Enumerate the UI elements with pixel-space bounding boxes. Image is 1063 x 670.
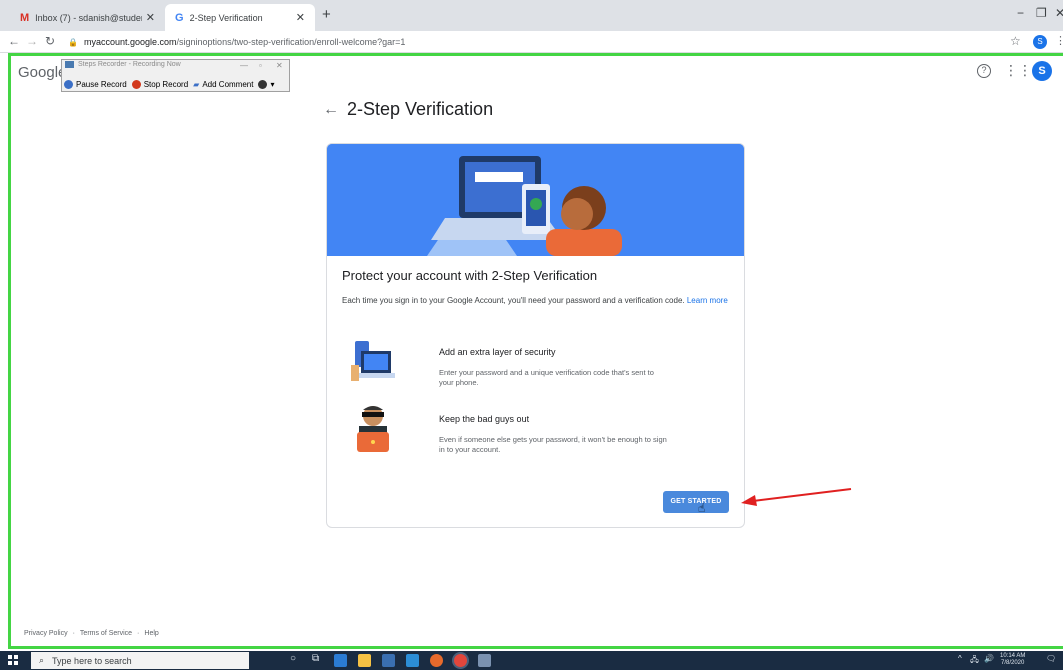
steps-recorder-title-text: Steps Recorder - Recording Now <box>78 61 181 68</box>
stop-icon <box>131 79 141 89</box>
privacy-policy-link[interactable]: Privacy Policy <box>24 630 68 637</box>
taskbar-search-placeholder: Type here to search <box>52 655 132 666</box>
pause-record-label: Pause Record <box>76 79 127 89</box>
help-link[interactable]: Help <box>144 630 158 637</box>
tab-title: Inbox (7) - sdanish@students.au <box>35 12 142 23</box>
address-bar-row: ← → ↻ 🔒 myaccount.google.com /signinopti… <box>0 31 1063 53</box>
comment-icon: ▰ <box>193 79 200 89</box>
footer-separator: · <box>72 630 75 637</box>
mail-icon[interactable] <box>406 654 419 667</box>
pause-record-button[interactable]: Pause Record <box>64 79 127 89</box>
hand-cursor-icon: ☝ <box>698 501 706 515</box>
browser-tab-bar: M Inbox (7) - sdanish@students.au ✕ G 2-… <box>0 0 1063 31</box>
google-icon: G <box>175 11 184 24</box>
close-window-button[interactable]: ✕ <box>1055 6 1063 20</box>
browser-profile-avatar[interactable]: S <box>1033 35 1047 49</box>
cortana-icon[interactable]: ○ <box>290 653 296 664</box>
steps-recorder-icon <box>65 61 74 68</box>
lock-icon: 🔒 <box>68 37 78 47</box>
laptop-person-illustration <box>327 144 744 256</box>
footer-separator: · <box>137 630 140 637</box>
browser-menu-icon[interactable]: ⋮ <box>1055 34 1063 47</box>
stop-record-label: Stop Record <box>143 79 189 89</box>
get-started-button[interactable]: GET STARTED <box>663 491 729 513</box>
edge-icon[interactable] <box>334 654 347 667</box>
windows-taskbar: ⌕ Type here to search ○ ⧉ ^ 🖧 🔊 10:14 AM… <box>0 651 1063 670</box>
task-view-icon[interactable]: ⧉ <box>312 653 319 664</box>
tab-title: 2-Step Verification <box>189 12 263 23</box>
feature-text: Enter your password and a unique verific… <box>439 368 654 387</box>
feature-text: Even if someone else gets your password,… <box>439 435 667 454</box>
steps-restore-icon[interactable]: ▫ <box>259 61 262 70</box>
restore-button[interactable]: ❐ <box>1036 6 1047 20</box>
feature-title: Add an extra layer of security <box>439 347 556 357</box>
steps-recorder-taskbar-icon[interactable] <box>478 654 491 667</box>
help-icon[interactable]: ? <box>977 64 991 78</box>
forward-arrow-icon[interactable]: → <box>26 34 38 48</box>
windows-start-icon[interactable] <box>8 655 18 665</box>
close-tab-icon[interactable]: ✕ <box>296 11 305 24</box>
account-avatar[interactable]: S <box>1032 61 1052 81</box>
steps-close-icon[interactable]: ✕ <box>276 61 283 70</box>
back-arrow-icon[interactable]: ← <box>8 34 20 48</box>
hero-illustration <box>327 144 744 256</box>
bad-guy-icon <box>357 406 389 452</box>
page-footer: Privacy Policy · Terms of Service · Help <box>24 630 159 637</box>
reload-icon[interactable]: ↻ <box>45 34 55 48</box>
notifications-icon[interactable]: 🗨 <box>1046 654 1056 663</box>
taskbar-search-box[interactable]: ⌕ Type here to search <box>31 652 249 669</box>
add-comment-label: Add Comment <box>202 79 254 89</box>
help-icon <box>258 79 268 89</box>
network-icon[interactable]: 🖧 <box>970 654 979 668</box>
url-host: myaccount.google.com <box>83 37 177 47</box>
clock-date: 7/8/2020 <box>1001 660 1025 666</box>
system-clock[interactable]: 10:14 AM 7/8/2020 <box>1000 653 1025 667</box>
pause-icon <box>64 79 73 89</box>
device-security-icon <box>351 341 395 381</box>
tray-chevron-icon[interactable]: ^ <box>958 654 962 663</box>
clock-time: 10:14 AM <box>1000 653 1026 659</box>
add-comment-button[interactable]: ▰ Add Comment <box>193 80 253 89</box>
url-path: /signinoptions/two-step-verification/enr… <box>176 37 406 47</box>
card-intro-text: Each time you sign in to your Google Acc… <box>342 296 685 305</box>
terms-of-service-link[interactable]: Terms of Service <box>80 630 132 637</box>
page-title: 2-Step Verification <box>347 99 494 119</box>
minimize-button[interactable]: − <box>1017 6 1024 20</box>
store-icon[interactable] <box>382 654 395 667</box>
gmail-icon: M <box>20 11 30 24</box>
steps-recorder-toolbar: Pause Record Stop Record ▰ Add Comment ▾ <box>64 77 287 91</box>
new-tab-button[interactable]: + <box>322 6 331 23</box>
card-heading: Protect your account with 2-Step Verific… <box>342 268 598 283</box>
steps-minimize-icon[interactable]: — <box>240 61 248 70</box>
tab-2-step-verification[interactable]: G 2-Step Verification ✕ <box>165 4 315 31</box>
bookmark-star-icon[interactable]: ☆ <box>1010 34 1021 48</box>
google-logo[interactable]: Google <box>18 64 66 81</box>
feature-title: Keep the bad guys out <box>439 414 530 424</box>
chrome-icon[interactable] <box>454 654 467 667</box>
learn-more-link[interactable]: Learn more <box>687 296 728 305</box>
enroll-welcome-card: Protect your account with 2-Step Verific… <box>326 143 745 528</box>
steps-help-button[interactable]: ▾ <box>258 79 274 89</box>
steps-recorder-window: Steps Recorder - Recording Now — ▫ ✕ Pau… <box>61 59 290 92</box>
tab-gmail-inbox[interactable]: M Inbox (7) - sdanish@students.au ✕ <box>10 4 165 31</box>
firefox-icon[interactable] <box>430 654 443 667</box>
annotation-arrow <box>741 488 852 506</box>
volume-icon[interactable]: 🔊 <box>984 654 994 663</box>
steps-recorder-title: Steps Recorder - Recording Now <box>65 61 181 68</box>
close-tab-icon[interactable]: ✕ <box>146 11 155 24</box>
url-field[interactable]: 🔒 myaccount.google.com /signinoptions/tw… <box>68 34 968 50</box>
card-intro: Each time you sign in to your Google Acc… <box>342 295 737 306</box>
file-explorer-icon[interactable] <box>358 654 371 667</box>
stop-record-button[interactable]: Stop Record <box>131 79 189 89</box>
back-arrow-icon[interactable]: ← <box>323 101 339 119</box>
search-icon: ⌕ <box>39 655 45 665</box>
